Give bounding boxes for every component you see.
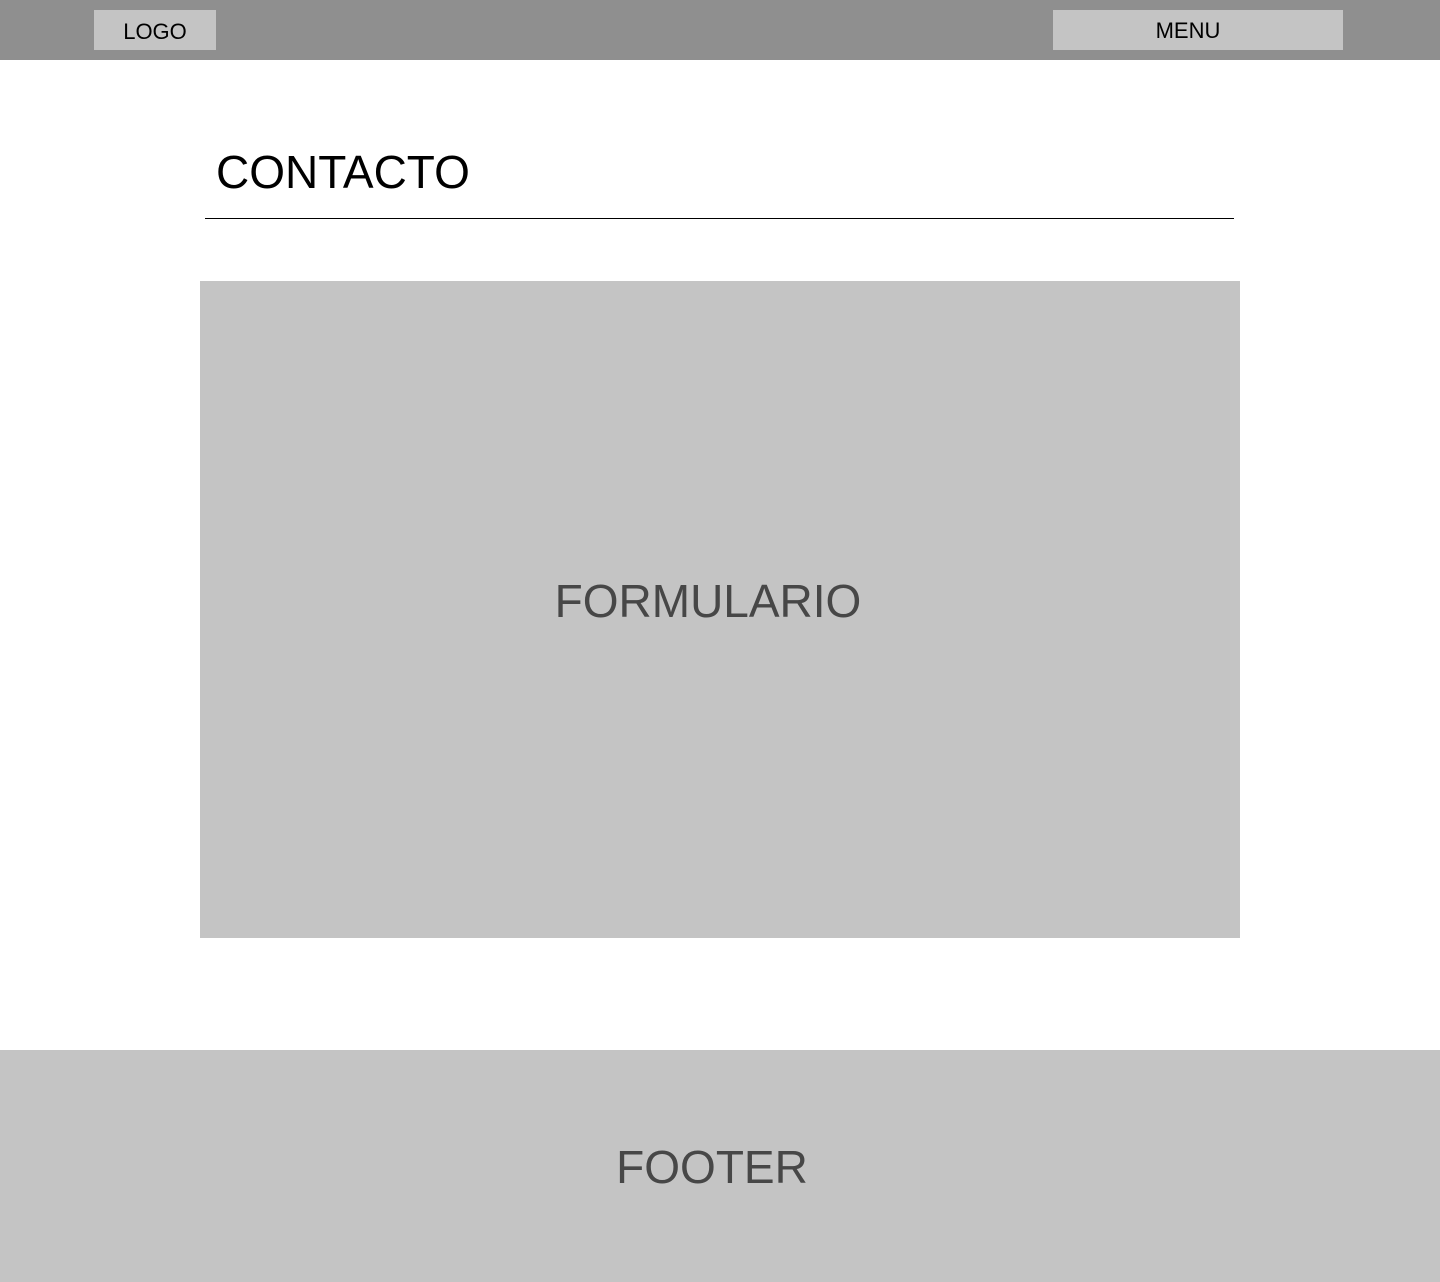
menu-label: MENU: [1155, 18, 1221, 43]
logo-link[interactable]: LOGO: [94, 10, 216, 50]
form-placeholder-label: FORMULARIO: [554, 575, 862, 627]
logo-label: LOGO: [123, 19, 187, 44]
page-title: CONTACTO: [216, 146, 470, 198]
site-header: LOGO MENU: [0, 0, 1440, 60]
site-footer: FOOTER: [0, 1050, 1440, 1282]
title-divider: [205, 218, 1234, 219]
contact-form-placeholder: FORMULARIO: [200, 281, 1240, 938]
footer-label: FOOTER: [616, 1141, 808, 1193]
menu-button[interactable]: MENU: [1053, 10, 1343, 50]
